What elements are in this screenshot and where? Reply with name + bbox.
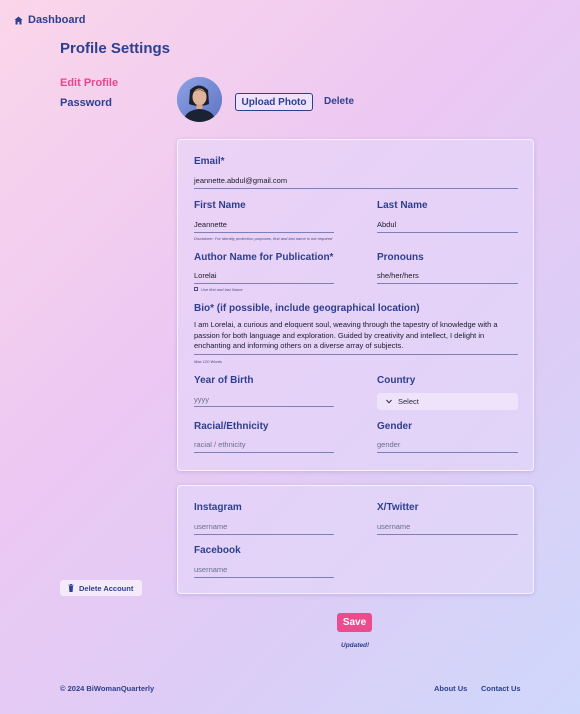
profile-form-card: Email* jeannette.abdul@gmail.com First N… <box>177 139 534 471</box>
last-name-field[interactable]: Abdul <box>377 220 396 229</box>
first-name-label: First Name <box>194 200 246 211</box>
instagram-underline <box>194 534 334 535</box>
delete-account-label: Delete Account <box>79 583 134 593</box>
footer-about-link[interactable]: About Us <box>434 684 467 693</box>
country-select[interactable]: Select <box>377 393 518 410</box>
last-name-underline <box>377 232 518 233</box>
name-disclaimer: Disclaimer: For identity protection purp… <box>194 236 333 241</box>
chevron-down-icon <box>386 399 392 404</box>
footer-copyright: © 2024 BiWomanQuarterly <box>60 684 155 693</box>
pronouns-underline <box>377 283 518 284</box>
bio-underline <box>194 354 518 355</box>
racial-ethnicity-input[interactable]: racial / ethnicity <box>194 440 246 449</box>
social-links-card: Instagram username X/Twitter username Fa… <box>177 485 534 594</box>
bio-word-limit: Max 120 Words <box>194 359 223 364</box>
bio-label: Bio* (if possible, include geographical … <box>194 303 420 314</box>
country-label: Country <box>377 375 416 386</box>
twitter-label: X/Twitter <box>377 502 419 513</box>
sidebar-item-password[interactable]: Password <box>60 97 112 109</box>
email-field[interactable]: jeannette.abdul@gmail.com <box>194 176 287 185</box>
page-title: Profile Settings <box>60 40 171 57</box>
footer-contact-link[interactable]: Contact Us <box>481 684 521 693</box>
first-name-field[interactable]: Jeannette <box>194 220 227 229</box>
delete-account-button[interactable]: Delete Account <box>60 580 142 596</box>
last-name-label: Last Name <box>377 200 428 211</box>
gender-underline <box>377 452 518 453</box>
year-of-birth-underline <box>194 406 334 407</box>
country-selected-value: Select <box>398 397 419 406</box>
author-name-field[interactable]: Lorelai <box>194 271 217 280</box>
facebook-label: Facebook <box>194 545 241 556</box>
year-of-birth-input[interactable]: yyyy <box>194 395 209 404</box>
author-name-label: Author Name for Publication* <box>194 252 334 263</box>
use-full-name-label: Use first and last Name <box>201 287 243 292</box>
author-name-underline <box>194 283 334 284</box>
twitter-input[interactable]: username <box>377 522 410 531</box>
sidebar-item-edit-profile[interactable]: Edit Profile <box>60 77 118 89</box>
dashboard-label: Dashboard <box>28 14 86 26</box>
facebook-input[interactable]: username <box>194 565 227 574</box>
gender-input[interactable]: gender <box>377 440 400 449</box>
trash-icon <box>68 584 74 592</box>
delete-photo-button[interactable]: Delete <box>324 96 354 107</box>
twitter-underline <box>377 534 518 535</box>
save-button[interactable]: Save <box>337 613 372 632</box>
pronouns-field[interactable]: she/her/hers <box>377 271 419 280</box>
upload-photo-button[interactable]: Upload Photo <box>235 93 313 111</box>
racial-ethnicity-underline <box>194 452 334 453</box>
avatar-portrait <box>177 77 222 122</box>
save-status-text: Updated! <box>341 642 370 649</box>
email-underline <box>194 188 518 189</box>
use-full-name-checkbox[interactable] <box>194 287 198 291</box>
instagram-input[interactable]: username <box>194 522 227 531</box>
year-of-birth-label: Year of Birth <box>194 375 254 386</box>
racial-ethnicity-label: Racial/Ethnicity <box>194 421 269 432</box>
avatar <box>177 77 222 122</box>
first-name-underline <box>194 232 334 233</box>
dashboard-link[interactable]: Dashboard <box>14 14 85 26</box>
pronouns-label: Pronouns <box>377 252 424 263</box>
gender-label: Gender <box>377 421 413 432</box>
home-icon <box>14 15 23 25</box>
bio-textarea[interactable]: I am Lorelai, a curious and eloquent sou… <box>194 320 512 352</box>
facebook-underline <box>194 577 334 578</box>
instagram-label: Instagram <box>194 502 242 513</box>
email-label: Email* <box>194 156 225 167</box>
